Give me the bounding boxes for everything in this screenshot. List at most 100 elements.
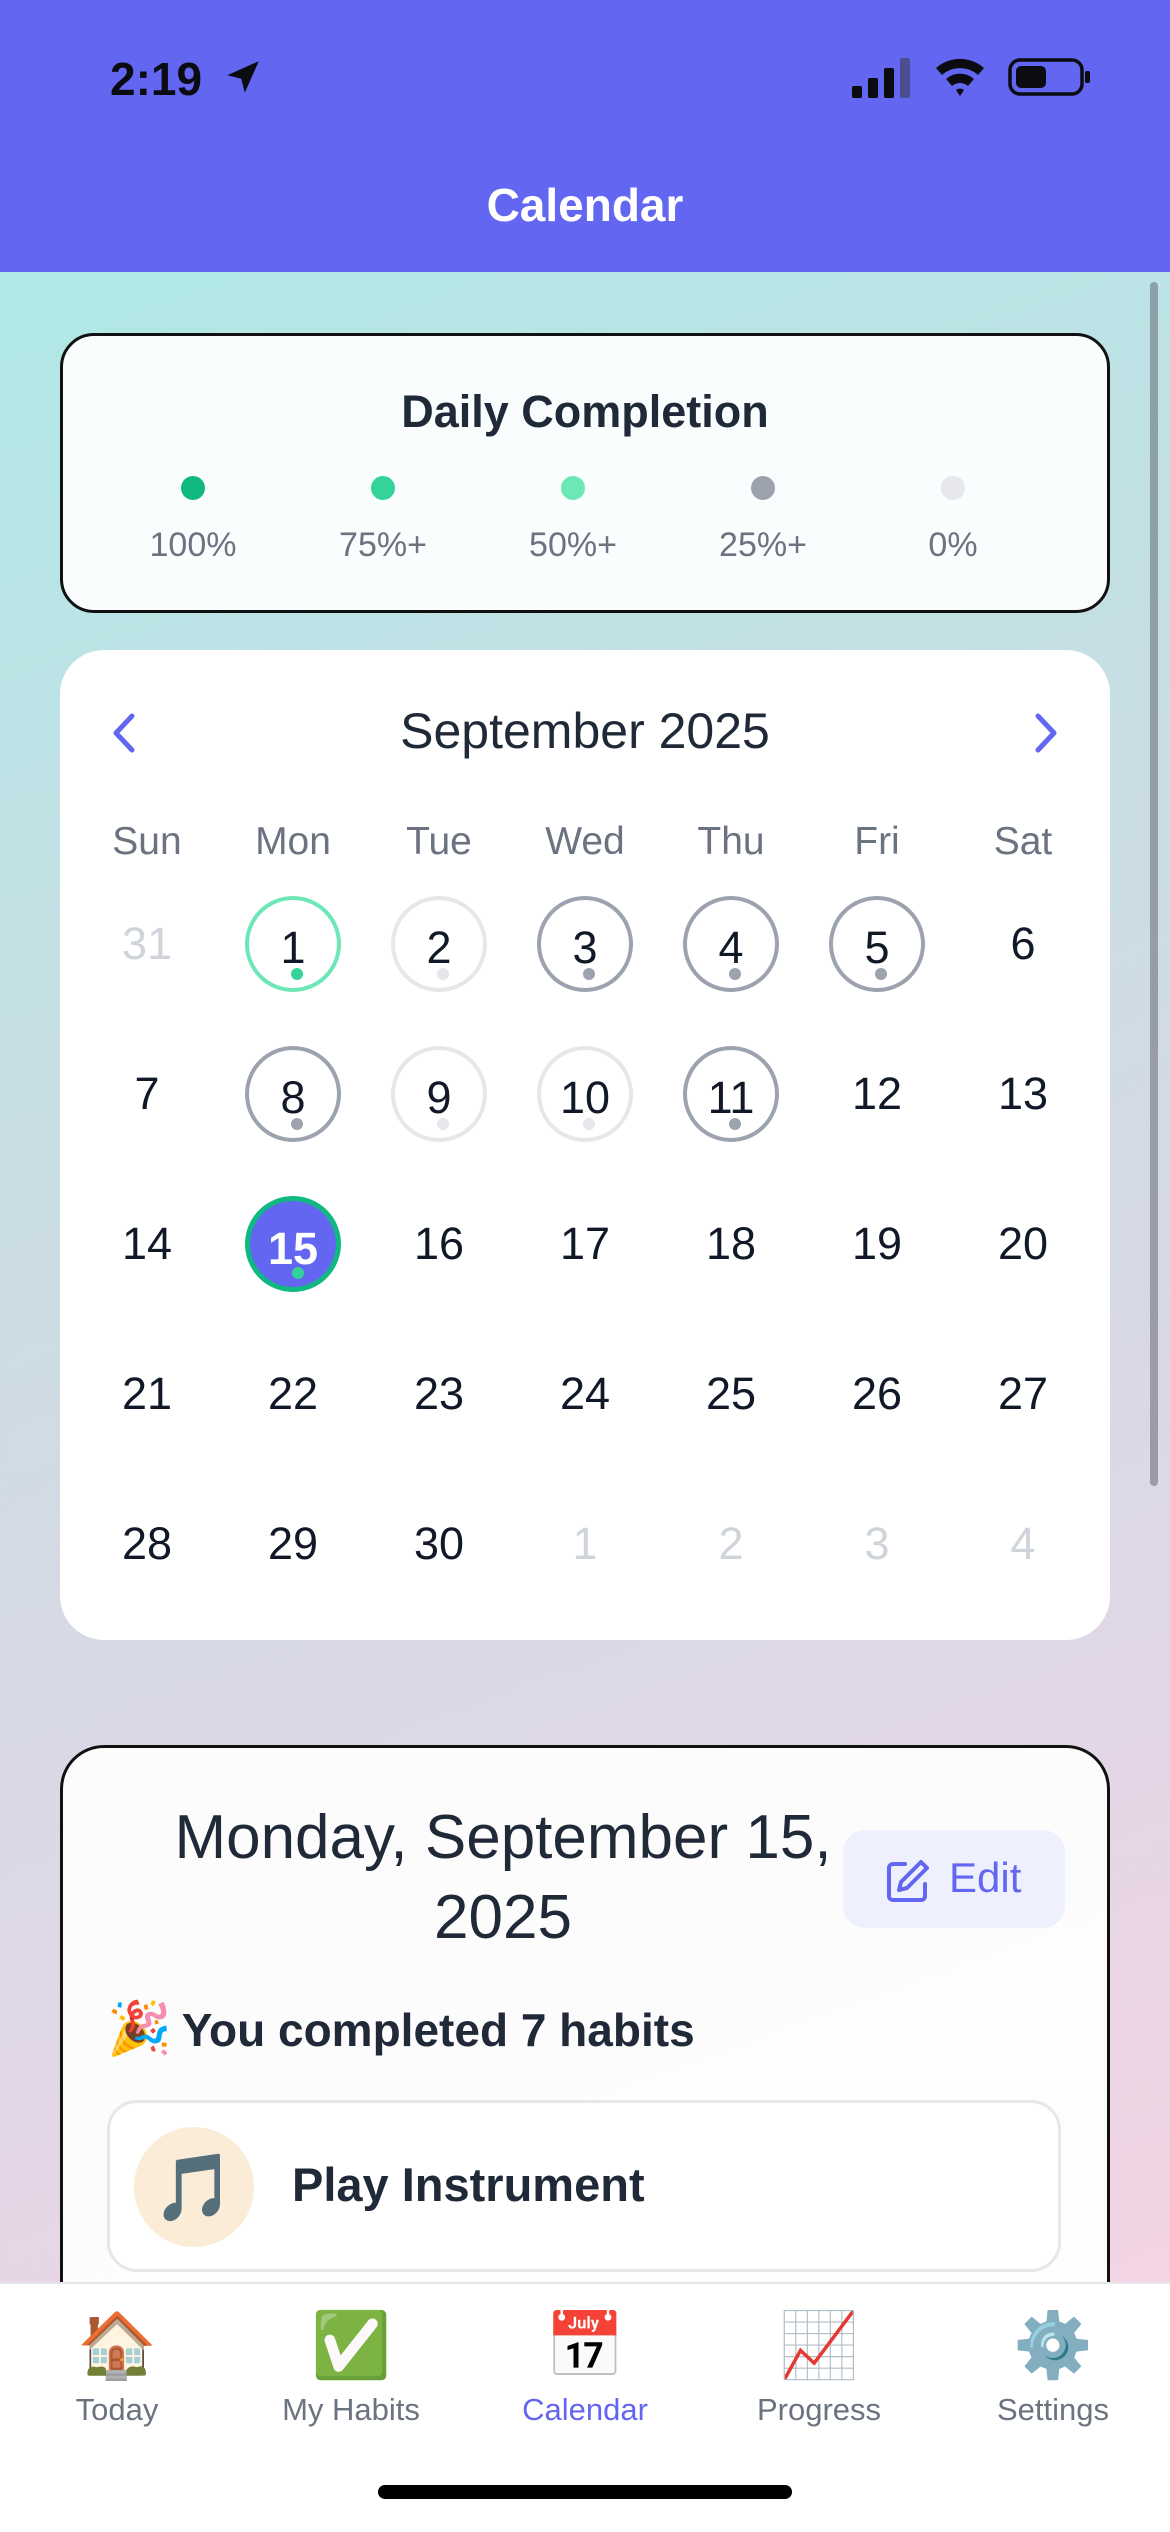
calendar-day[interactable]: 13: [975, 1046, 1071, 1142]
checkmark-icon: ✅: [311, 2309, 391, 2381]
calendar-day[interactable]: 12: [829, 1046, 925, 1142]
day-number: 10: [559, 1072, 611, 1123]
tab-calendar[interactable]: 📅 Calendar: [468, 2306, 702, 2428]
legend-label: 75%+: [339, 526, 427, 564]
tab-my-habits[interactable]: ✅ My Habits: [234, 2306, 468, 2428]
day-number: 2: [426, 922, 452, 973]
day-number: 29: [267, 1518, 319, 1569]
weekday-thu: Thu: [697, 820, 765, 863]
home-indicator: [378, 2485, 792, 2499]
day-number: 1: [280, 922, 306, 973]
party-popper-icon: 🎉: [107, 2000, 172, 2058]
wifi-icon: [936, 58, 984, 96]
day-number: 5: [864, 922, 890, 973]
day-number: 4: [1010, 1518, 1036, 1569]
calendar-day[interactable]: 23: [391, 1346, 487, 1442]
calendar-day[interactable]: 2: [391, 896, 487, 992]
calendar-day[interactable]: 4: [683, 896, 779, 992]
music-note-icon: 🎵: [134, 2127, 254, 2247]
tab-progress[interactable]: 📈 Progress: [702, 2306, 936, 2428]
calendar-day: 1: [537, 1496, 633, 1592]
calendar-day[interactable]: 3: [537, 896, 633, 992]
location-arrow-icon: [227, 61, 259, 93]
tab-settings[interactable]: ⚙️ Settings: [936, 2306, 1170, 2428]
calendar-day[interactable]: 6: [975, 896, 1071, 992]
day-number: 8: [280, 1072, 306, 1123]
calendar-day[interactable]: 14: [99, 1196, 195, 1292]
day-number: 26: [851, 1368, 903, 1419]
day-number: 31: [121, 918, 173, 969]
day-number: 4: [718, 922, 744, 973]
day-number: 2: [718, 1518, 744, 1569]
legend-item-100: 100%: [93, 476, 293, 565]
calendar-day[interactable]: 17: [537, 1196, 633, 1292]
calendar-day[interactable]: 28: [99, 1496, 195, 1592]
calendar-day[interactable]: 25: [683, 1346, 779, 1442]
weekday-tue: Tue: [406, 820, 472, 863]
calendar-day[interactable]: 24: [537, 1346, 633, 1442]
day-number: 18: [705, 1218, 757, 1269]
day-number: 20: [997, 1218, 1049, 1269]
calendar-day[interactable]: 26: [829, 1346, 925, 1442]
day-number: 14: [121, 1218, 173, 1269]
day-number: 23: [413, 1368, 465, 1419]
calendar-day[interactable]: 19: [829, 1196, 925, 1292]
completion-dot: [875, 968, 887, 980]
calendar-day[interactable]: 16: [391, 1196, 487, 1292]
calendar-day[interactable]: 30: [391, 1496, 487, 1592]
calendar-day[interactable]: 20: [975, 1196, 1071, 1292]
edit-button[interactable]: Edit: [843, 1830, 1065, 1928]
legend-dot: [561, 476, 585, 500]
tab-label: Calendar: [522, 2392, 648, 2427]
calendar-day[interactable]: 11: [683, 1046, 779, 1142]
legend-item-0: 0%: [853, 476, 1053, 565]
chevron-right-icon[interactable]: [1010, 698, 1080, 768]
tab-label: Settings: [996, 2392, 1109, 2427]
day-number: 19: [851, 1218, 903, 1269]
summary-text: You completed 7 habits: [181, 2004, 695, 2056]
calendar-day[interactable]: 9: [391, 1046, 487, 1142]
calendar-day-selected[interactable]: 15: [245, 1196, 341, 1292]
legend-item-25: 25%+: [663, 476, 863, 565]
weekday-mon: Mon: [255, 820, 331, 863]
edit-label: Edit: [949, 1854, 1022, 1901]
legend-label: 25%+: [719, 526, 807, 564]
calendar-day[interactable]: 22: [245, 1346, 341, 1442]
edit-icon: [887, 1860, 929, 1902]
day-number: 30: [413, 1518, 465, 1569]
legend-label: 0%: [928, 526, 978, 564]
calendar-day: 4: [975, 1496, 1071, 1592]
completion-dot: [292, 1267, 304, 1279]
completion-dot: [437, 968, 449, 980]
tab-label: Today: [75, 2392, 159, 2427]
day-number: 3: [572, 922, 598, 973]
calendar-day[interactable]: 18: [683, 1196, 779, 1292]
scrollbar[interactable]: [1150, 282, 1158, 1486]
page-title: Calendar: [486, 179, 684, 231]
day-number: 25: [705, 1368, 757, 1419]
calendar-month-label: September 2025: [400, 703, 770, 759]
calendar-day[interactable]: 21: [99, 1346, 195, 1442]
day-number: 11: [707, 1072, 755, 1123]
completion-dot: [729, 1118, 741, 1130]
day-number: 15: [267, 1223, 319, 1274]
tab-today[interactable]: 🏠 Today: [0, 2306, 234, 2428]
calendar-day[interactable]: 8: [245, 1046, 341, 1142]
battery-icon: [1008, 58, 1090, 96]
selected-date-line1: Monday, September 15,: [174, 1803, 832, 1872]
completion-dot: [583, 968, 595, 980]
calendar-day[interactable]: 1: [245, 896, 341, 992]
completion-legend: Daily Completion 100% 75%+ 50%+ 25%+ 0%: [60, 333, 1110, 613]
calendar-day[interactable]: 27: [975, 1346, 1071, 1442]
calendar-day[interactable]: 5: [829, 896, 925, 992]
legend-label: 50%+: [529, 526, 617, 564]
calendar-day[interactable]: 10: [537, 1046, 633, 1142]
calendar-day[interactable]: 7: [99, 1046, 195, 1142]
habit-item[interactable]: 🎵 Play Instrument: [107, 2100, 1061, 2272]
calendar-icon: 📅: [545, 2309, 625, 2381]
legend-dot: [941, 476, 965, 500]
calendar-day[interactable]: 29: [245, 1496, 341, 1592]
day-number: 16: [413, 1218, 465, 1269]
day-number: 1: [572, 1518, 598, 1569]
legend-label: 100%: [149, 526, 237, 564]
